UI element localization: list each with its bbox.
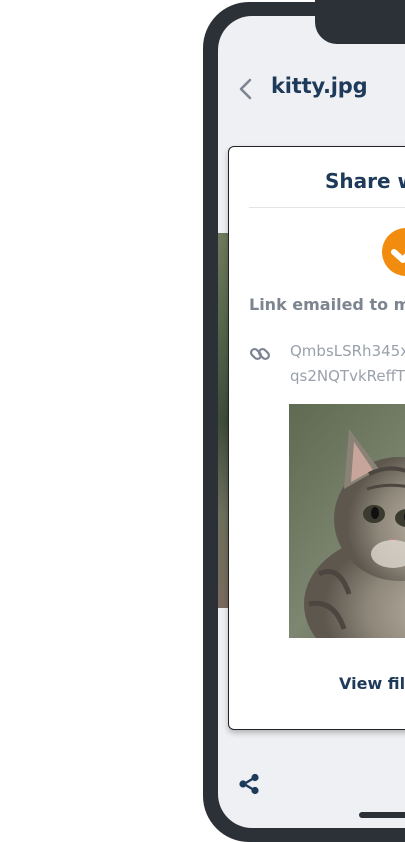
share-icon[interactable] [238,773,260,795]
link-icon [249,343,271,365]
view-file-button[interactable]: View file [339,674,405,693]
share-link-line-1: QmbsLSRh345x [290,342,405,360]
back-icon[interactable] [236,76,258,102]
share-link-line-2: qs2NQTvkReffT [290,367,405,385]
page-title: kitty.jpg [271,74,368,98]
stage: kitty.jpg Share wi Link emailed to mike … [0,0,405,842]
check-circle-icon [381,227,405,277]
kitten-preview-image [289,404,405,638]
status-text: Link emailed to mike [249,295,405,314]
modal-title: Share wi [325,169,405,193]
home-indicator [359,812,405,818]
phone-notch [315,0,405,44]
share-modal: Share wi Link emailed to mike QmbsLSRh34… [228,146,405,730]
modal-divider [249,207,405,208]
share-link-text[interactable]: QmbsLSRh345x qs2NQTvkReffT [290,339,405,389]
